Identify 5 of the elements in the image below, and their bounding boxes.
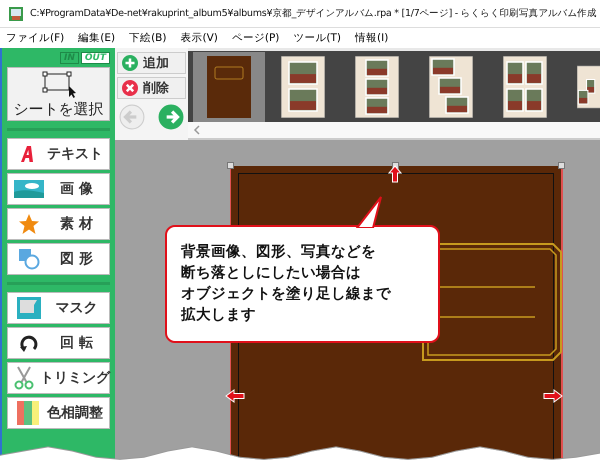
callout-text: 断ち落としにしたい場合は bbox=[181, 264, 362, 283]
callout-text: 背景画像、図形、写真などを bbox=[181, 242, 377, 262]
callout-text: オブジェクトを塗り足し線まで bbox=[181, 284, 392, 304]
callout-text: 拡大します bbox=[181, 306, 257, 325]
window-title: C:¥ProgramData¥De-net¥rakuprint_album5¥albums¥京都_デザインアルバム.rpa * [1/7ページ] - らくらく印刷写真アルバム作成 bbox=[30, 7, 596, 20]
